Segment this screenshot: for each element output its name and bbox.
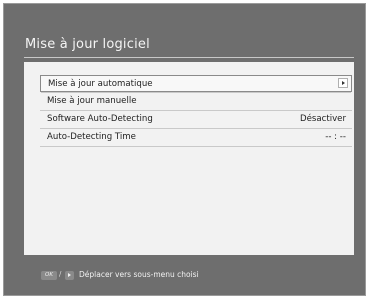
right-arrow-key-icon bbox=[65, 271, 74, 280]
menu-item-label: Auto-Detecting Time bbox=[47, 132, 136, 142]
row-divider bbox=[40, 146, 352, 147]
footer-hint-text: Déplacer vers sous-menu choisi bbox=[79, 270, 199, 279]
menu-panel: Mise à jour automatique Mise à jour manu… bbox=[24, 62, 354, 255]
menu-item-software-auto-detecting[interactable]: Software Auto-Detecting Désactiver bbox=[40, 111, 352, 129]
key-separator: / bbox=[59, 270, 62, 278]
footer-help-bar: OK / Déplacer vers sous-menu choisi bbox=[24, 258, 354, 286]
menu-item-auto-update[interactable]: Mise à jour automatique bbox=[40, 75, 352, 93]
ok-key-icon: OK bbox=[41, 271, 57, 280]
tv-menu-screen: Mise à jour logiciel Mise à jour automat… bbox=[3, 3, 366, 296]
menu-item-auto-detecting-time[interactable]: Auto-Detecting Time -- : -- bbox=[40, 129, 352, 147]
menu-item-label: Mise à jour manuelle bbox=[47, 96, 137, 106]
submenu-arrow-icon bbox=[338, 78, 348, 88]
menu-item-label: Software Auto-Detecting bbox=[47, 114, 153, 124]
title-divider bbox=[24, 57, 354, 58]
menu-item-manual-update[interactable]: Mise à jour manuelle bbox=[40, 93, 352, 111]
menu-item-value: Désactiver bbox=[299, 114, 346, 124]
menu-item-label: Mise à jour automatique bbox=[48, 79, 153, 89]
page-title: Mise à jour logiciel bbox=[25, 37, 150, 52]
menu-item-value: -- : -- bbox=[325, 132, 346, 142]
